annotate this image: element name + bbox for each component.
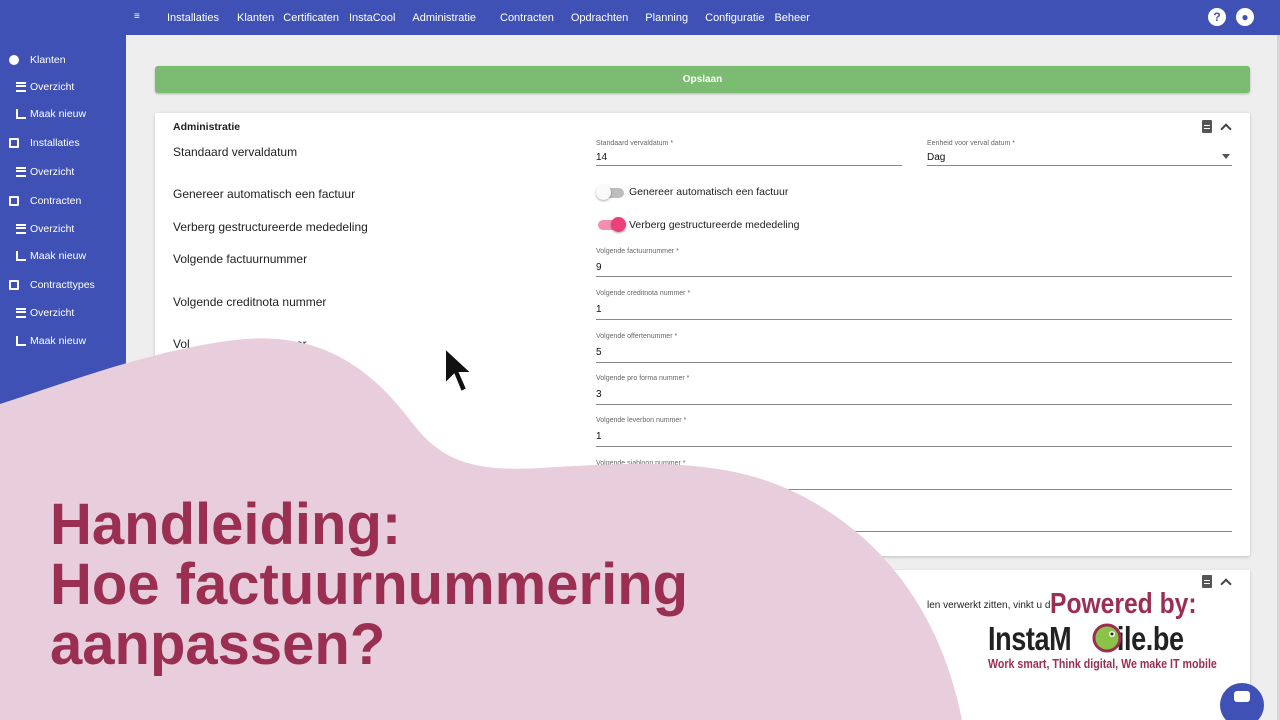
leverbon-field[interactable]: Volgende leverbon nummer * 1	[596, 417, 1232, 447]
vervaldatum-field[interactable]: Standaard vervaldatum * 14	[596, 140, 902, 166]
chevron-up-icon[interactable]	[1220, 122, 1232, 135]
nav-administratie[interactable]: Administratie	[412, 12, 476, 24]
document-icon[interactable]	[1202, 575, 1212, 588]
factuurnummer-field[interactable]: Volgende factuurnummer * 9	[596, 248, 1232, 277]
list-icon	[16, 82, 26, 92]
chevron-up-icon[interactable]	[1220, 577, 1232, 590]
label-creditnota: Volgende creditnota nummer	[173, 295, 327, 309]
verberg-toggle-label: Verberg gestructureerde mededeling	[629, 219, 800, 231]
powered-by-text: Powered by:	[1050, 588, 1197, 620]
offertenummer-field[interactable]: Volgende offertenummer * 5	[596, 333, 1232, 363]
chat-icon	[1234, 690, 1250, 702]
nav-configuratie[interactable]: Configuratie	[705, 12, 764, 24]
administratie-card: Administratie Standaard vervaldatum Stan…	[155, 113, 1250, 556]
sidebar-item-contracttypes[interactable]: Contracttypes	[9, 275, 95, 295]
help-icon[interactable]: ?	[1208, 8, 1226, 26]
document-icon[interactable]	[1202, 120, 1212, 133]
factuur-auto-toggle-label: Genereer automatisch een factuur	[629, 186, 789, 198]
sidebar-item-contracttypes-overzicht[interactable]: Overzicht	[16, 303, 74, 323]
nav-installaties[interactable]: Installaties	[167, 12, 219, 24]
label-verberg: Verberg gestructureerde mededeling	[173, 220, 368, 234]
save-button[interactable]: Opslaan	[155, 66, 1250, 93]
sidebar-item-installaties[interactable]: Installaties	[9, 133, 80, 153]
sjabloon-field[interactable]: Volgende sjabloon nummer *	[596, 460, 1232, 490]
chevron-down-icon	[1222, 154, 1230, 159]
chat-button[interactable]	[1220, 683, 1264, 720]
document-icon	[9, 280, 19, 290]
proforma-field[interactable]: Volgende pro forma nummer * 3	[596, 375, 1232, 405]
label-factuur-auto: Genereer automatisch een factuur	[173, 187, 356, 201]
nav-instacool[interactable]: InstaCool	[349, 12, 395, 24]
nav-contracten[interactable]: Contracten	[500, 12, 554, 24]
sidebar-item-klanten-nieuw[interactable]: Maak nieuw	[16, 104, 86, 124]
main-nav: Installaties Klanten Certificaten InstaC…	[167, 0, 810, 35]
label-offertenummer-end: mmer	[276, 337, 307, 351]
label-factuurnummer: Volgende factuurnummer	[173, 252, 308, 266]
creditnota-field[interactable]: Volgende creditnota nummer * 1	[596, 290, 1232, 320]
card-title: Administratie	[173, 121, 241, 133]
grid-icon	[9, 138, 19, 148]
sidebar-item-contracten-overzicht[interactable]: Overzicht	[16, 219, 74, 239]
sidebar-item-contracten[interactable]: Contracten	[9, 191, 81, 211]
sidebar-item-klanten-overzicht[interactable]: Overzicht	[16, 77, 74, 97]
nav-klanten[interactable]: Klanten	[237, 12, 274, 24]
extra-field[interactable]	[596, 502, 1232, 532]
sidebar-item-klanten[interactable]: Klanten	[9, 50, 66, 70]
sidebar-item-installaties-overzicht[interactable]: Overzicht	[16, 162, 74, 182]
nav-planning[interactable]: Planning	[645, 12, 688, 24]
nav-beheer[interactable]: Beheer	[774, 12, 809, 24]
factuur-auto-toggle[interactable]	[596, 185, 624, 200]
label-offertenummer-start: Vol	[173, 337, 190, 351]
eenheid-select[interactable]: Eenheid voor verval datum * Dag	[927, 140, 1232, 166]
account-icon[interactable]: ●	[1236, 8, 1254, 26]
chameleon-logo-icon	[1092, 623, 1122, 653]
edit-icon	[16, 251, 26, 261]
list-icon	[16, 224, 26, 234]
list-icon	[16, 167, 26, 177]
top-app-bar: ≡ Installaties Klanten Certificaten Inst…	[0, 0, 1280, 35]
card2-text: len verwerkt zitten, vinkt u d	[927, 600, 1051, 611]
edit-icon	[16, 336, 26, 346]
brand-logo-text: InstaM bile.be	[988, 620, 1184, 657]
person-icon	[9, 55, 19, 65]
video-headline: Handleiding: Hoe factuurnummering aanpas…	[50, 492, 689, 677]
nav-opdrachten[interactable]: Opdrachten	[571, 12, 628, 24]
edit-icon	[16, 109, 26, 119]
verberg-toggle[interactable]	[598, 217, 626, 232]
label-vervaldatum: Standaard vervaldatum	[173, 145, 298, 159]
menu-collapse-icon[interactable]: ≡	[134, 11, 148, 23]
mouse-cursor-icon	[444, 346, 473, 394]
sidebar-item-contracten-nieuw[interactable]: Maak nieuw	[16, 246, 86, 266]
nav-certificaten[interactable]: Certificaten	[283, 12, 339, 24]
list-icon	[16, 308, 26, 318]
clipboard-icon	[9, 196, 19, 206]
sidebar-item-contracttypes-nieuw[interactable]: Maak nieuw	[16, 331, 86, 351]
brand-tagline: Work smart, Think digital, We make IT mo…	[988, 656, 1217, 671]
